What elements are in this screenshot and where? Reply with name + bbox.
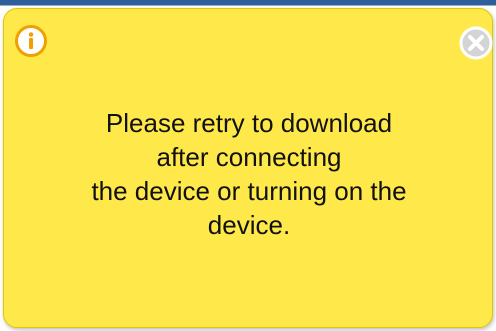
close-icon[interactable] [459, 26, 493, 60]
message-line-2: after connecting [156, 142, 342, 172]
message-line-3: the device or turning on the [91, 176, 407, 206]
notification-toast: Please retry to download after connectin… [3, 8, 493, 328]
notification-message: Please retry to download after connectin… [44, 106, 454, 242]
message-line-4: device. [207, 210, 291, 240]
info-icon [15, 25, 47, 57]
message-line-1: Please retry to download [105, 108, 393, 138]
